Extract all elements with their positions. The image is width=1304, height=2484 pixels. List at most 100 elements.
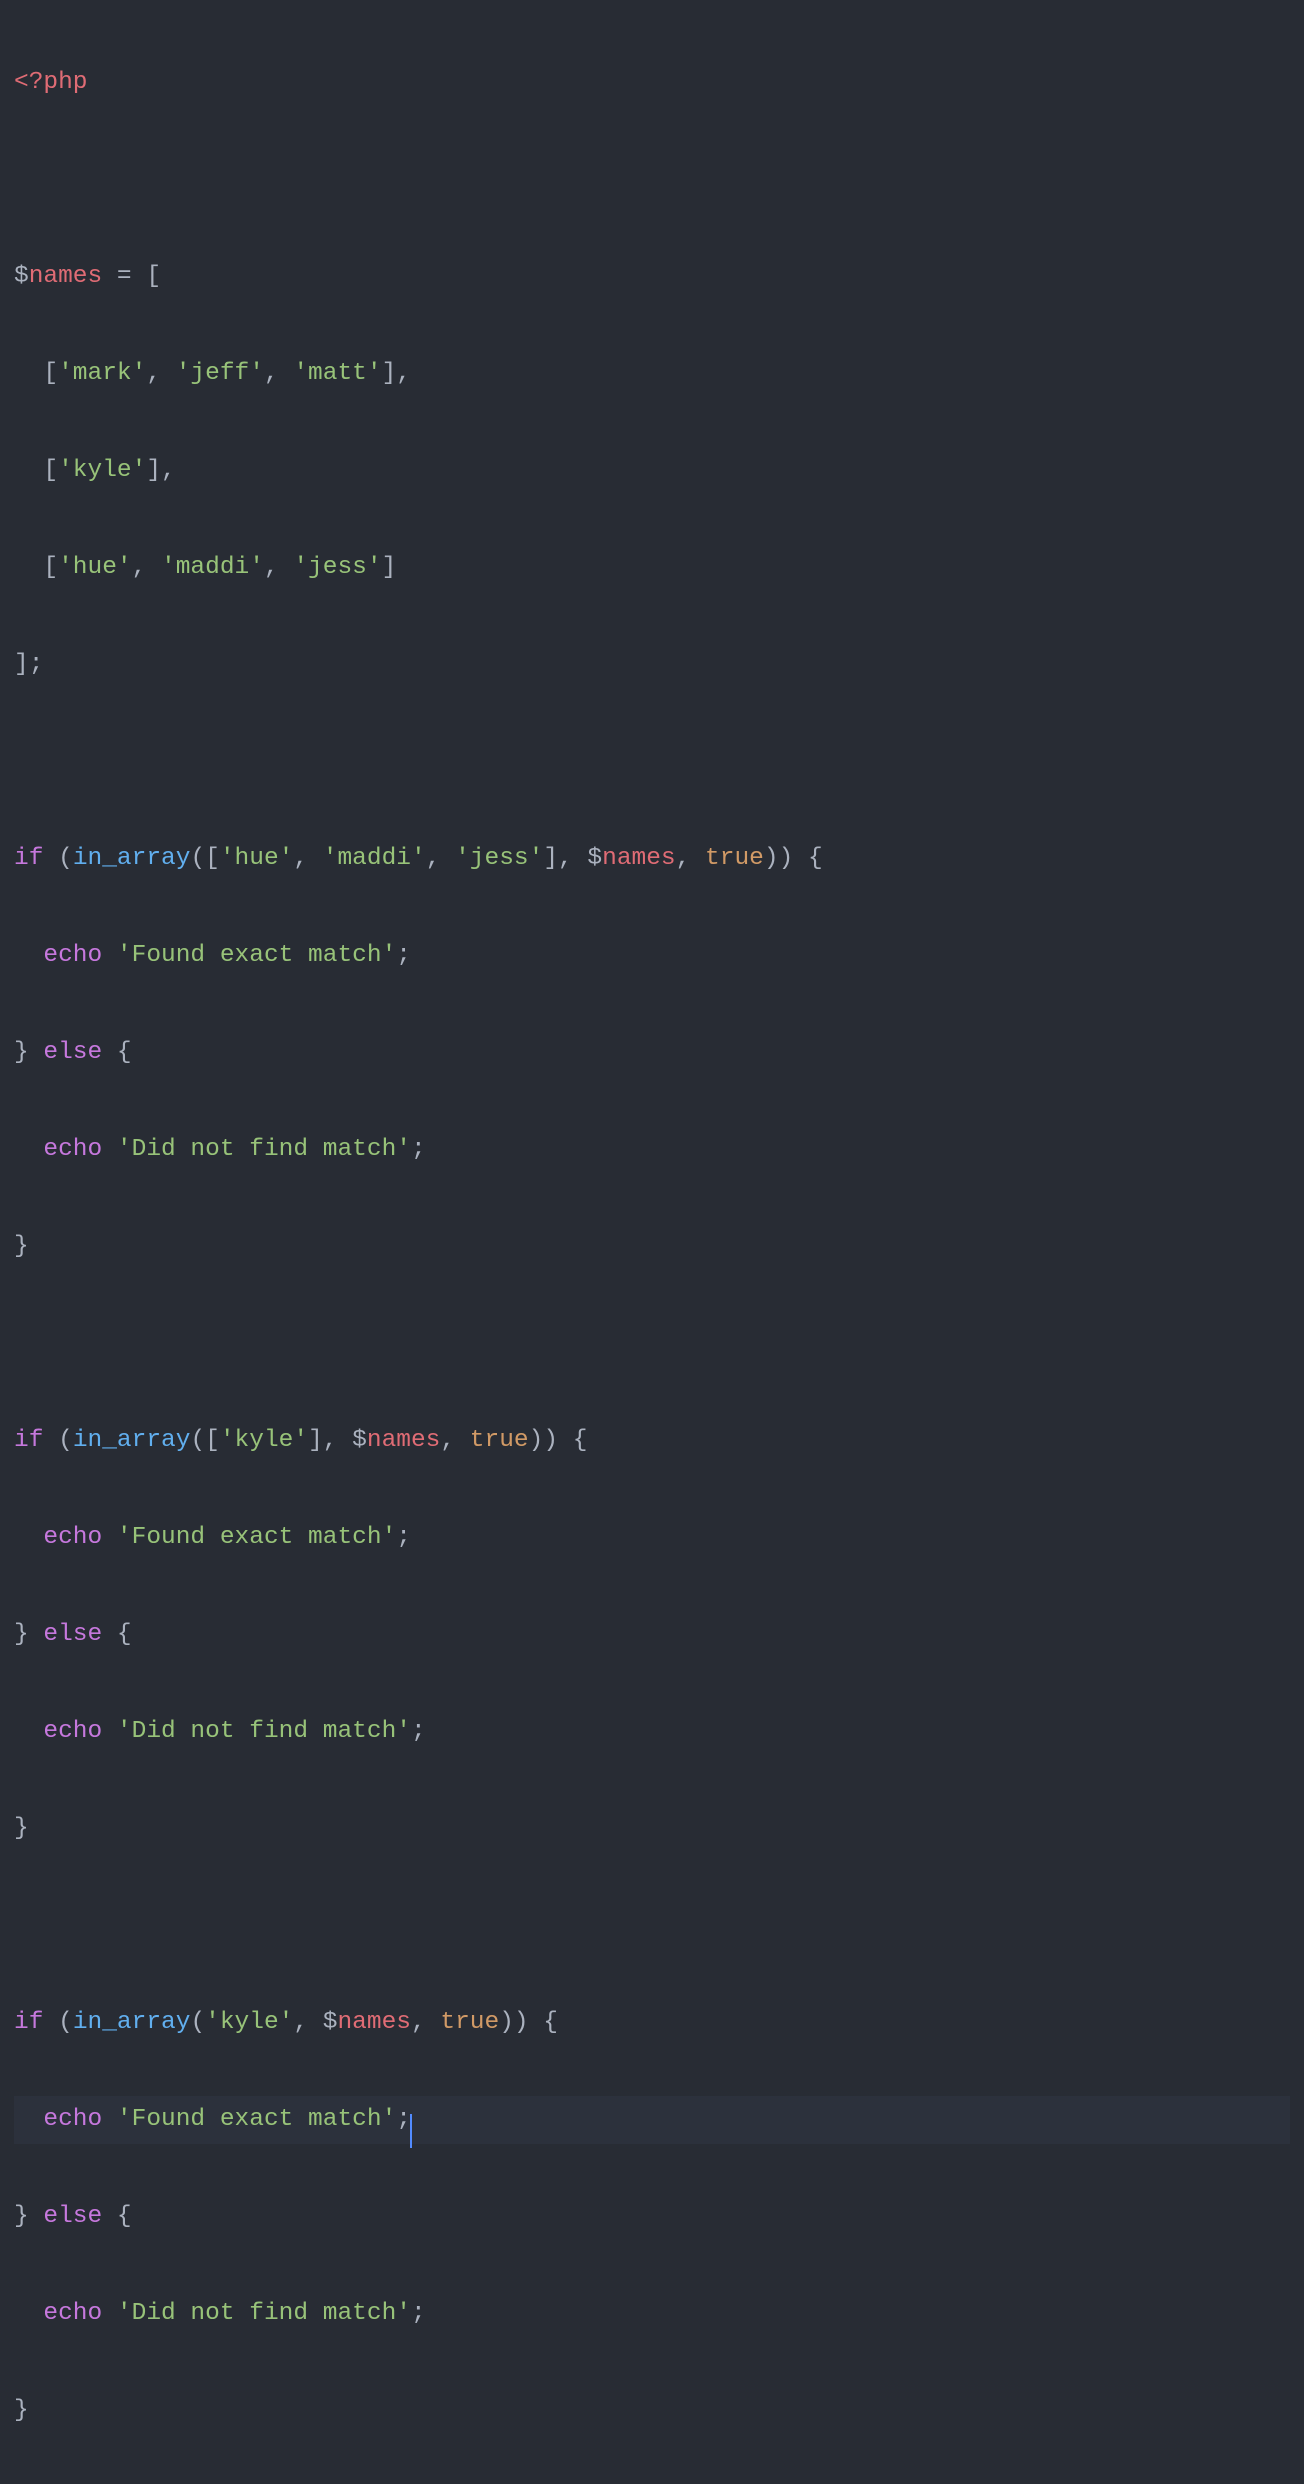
open-bracket: [ bbox=[205, 845, 220, 872]
close-paren: ) bbox=[529, 1427, 544, 1454]
semicolon: ; bbox=[411, 1136, 426, 1163]
string-literal: 'jess' bbox=[293, 554, 381, 581]
close-paren: ) bbox=[499, 2009, 514, 2036]
space bbox=[43, 845, 58, 872]
indent bbox=[14, 1524, 43, 1551]
function-in-array: in_array bbox=[73, 1427, 191, 1454]
boolean-true: true bbox=[470, 1427, 529, 1454]
code-line[interactable] bbox=[14, 1902, 1290, 1951]
string-literal: 'kyle' bbox=[220, 1427, 308, 1454]
semicolon: ; bbox=[29, 651, 44, 678]
comma: , bbox=[293, 845, 322, 872]
code-line[interactable]: } bbox=[14, 2387, 1290, 2436]
code-line[interactable] bbox=[14, 1320, 1290, 1369]
close-paren: ) bbox=[779, 845, 794, 872]
code-line[interactable]: echo 'Found exact match'; bbox=[14, 932, 1290, 981]
code-line[interactable] bbox=[14, 738, 1290, 787]
close-bracket: ] bbox=[14, 651, 29, 678]
close-bracket: ] bbox=[382, 360, 397, 387]
keyword-else: else bbox=[29, 1039, 103, 1066]
variable-names: names bbox=[367, 1427, 441, 1454]
indent bbox=[14, 1718, 43, 1745]
open-bracket: [ bbox=[43, 360, 58, 387]
code-line[interactable]: ['hue', 'maddi', 'jess'] bbox=[14, 544, 1290, 593]
code-line[interactable]: if (in_array(['kyle'], $names, true)) { bbox=[14, 1417, 1290, 1466]
string-literal: 'Found exact match' bbox=[117, 1524, 396, 1551]
space bbox=[102, 942, 117, 969]
space bbox=[43, 1427, 58, 1454]
variable-names: names bbox=[29, 263, 103, 290]
comma: , bbox=[411, 2009, 440, 2036]
code-line[interactable]: ]; bbox=[14, 641, 1290, 690]
dollar-sign: $ bbox=[323, 2009, 338, 2036]
close-brace: } bbox=[14, 1621, 29, 1648]
code-editor[interactable]: <?php $names = [ ['mark', 'jeff', 'matt'… bbox=[14, 10, 1290, 2484]
comma: , bbox=[323, 1427, 352, 1454]
open-brace: { bbox=[558, 1427, 587, 1454]
code-line[interactable] bbox=[14, 156, 1290, 205]
open-paren: ( bbox=[190, 845, 205, 872]
keyword-if: if bbox=[14, 2009, 43, 2036]
space bbox=[102, 1718, 117, 1745]
indent bbox=[14, 554, 43, 581]
indent bbox=[14, 1136, 43, 1163]
keyword-echo: echo bbox=[43, 1524, 102, 1551]
string-literal: 'kyle' bbox=[58, 457, 146, 484]
open-bracket: [ bbox=[43, 554, 58, 581]
code-line[interactable]: } else { bbox=[14, 1611, 1290, 1660]
code-line[interactable]: ['kyle'], bbox=[14, 447, 1290, 496]
semicolon: ; bbox=[396, 1524, 411, 1551]
code-line[interactable]: $names = [ bbox=[14, 253, 1290, 302]
indent bbox=[14, 942, 43, 969]
semicolon: ; bbox=[396, 942, 411, 969]
keyword-echo: echo bbox=[43, 942, 102, 969]
string-literal: 'Did not find match' bbox=[117, 1136, 411, 1163]
comma: , bbox=[676, 845, 705, 872]
code-line[interactable]: echo 'Did not find match'; bbox=[14, 1708, 1290, 1757]
indent bbox=[14, 2300, 43, 2327]
space bbox=[102, 2300, 117, 2327]
boolean-true: true bbox=[440, 2009, 499, 2036]
code-line[interactable]: echo 'Did not find match'; bbox=[14, 2290, 1290, 2339]
open-brace: { bbox=[102, 2203, 131, 2230]
string-literal: 'maddi' bbox=[161, 554, 264, 581]
code-line[interactable]: } else { bbox=[14, 1029, 1290, 1078]
open-bracket: [ bbox=[146, 263, 161, 290]
code-line[interactable]: <?php bbox=[14, 59, 1290, 108]
code-line-active[interactable]: echo 'Found exact match'; bbox=[14, 2096, 1290, 2145]
code-line[interactable]: } bbox=[14, 1223, 1290, 1272]
space bbox=[102, 1136, 117, 1163]
open-paren: ( bbox=[58, 1427, 73, 1454]
code-line[interactable]: if (in_array(['hue', 'maddi', 'jess'], $… bbox=[14, 835, 1290, 884]
comma: , bbox=[293, 2009, 322, 2036]
space bbox=[102, 2106, 117, 2133]
close-bracket: ] bbox=[543, 845, 558, 872]
close-bracket: ] bbox=[308, 1427, 323, 1454]
code-line[interactable]: ['mark', 'jeff', 'matt'], bbox=[14, 350, 1290, 399]
keyword-echo: echo bbox=[43, 1136, 102, 1163]
text-cursor bbox=[410, 2114, 412, 2148]
comma: , bbox=[264, 360, 293, 387]
code-line[interactable]: echo 'Found exact match'; bbox=[14, 1514, 1290, 1563]
function-in-array: in_array bbox=[73, 845, 191, 872]
close-brace: } bbox=[14, 1233, 29, 1260]
function-in-array: in_array bbox=[73, 2009, 191, 2036]
close-bracket: ] bbox=[146, 457, 161, 484]
keyword-if: if bbox=[14, 845, 43, 872]
code-line[interactable]: if (in_array('kyle', $names, true)) { bbox=[14, 1999, 1290, 2048]
open-paren: ( bbox=[58, 2009, 73, 2036]
indent bbox=[14, 457, 43, 484]
string-literal: 'matt' bbox=[293, 360, 381, 387]
string-literal: 'Did not find match' bbox=[117, 2300, 411, 2327]
open-bracket: [ bbox=[205, 1427, 220, 1454]
code-line[interactable]: } else { bbox=[14, 2193, 1290, 2242]
close-brace: } bbox=[14, 2203, 29, 2230]
close-paren: ) bbox=[543, 1427, 558, 1454]
comma: , bbox=[440, 1427, 469, 1454]
string-literal: 'jeff' bbox=[176, 360, 264, 387]
code-line[interactable]: } bbox=[14, 1805, 1290, 1854]
close-paren: ) bbox=[514, 2009, 529, 2036]
comma: , bbox=[396, 360, 411, 387]
code-line[interactable]: echo 'Did not find match'; bbox=[14, 1126, 1290, 1175]
close-paren: ) bbox=[764, 845, 779, 872]
